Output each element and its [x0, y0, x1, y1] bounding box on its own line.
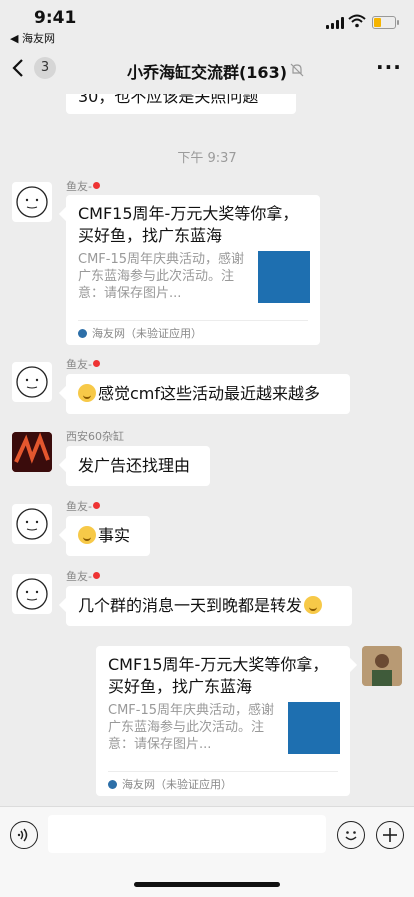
back-to-app-link[interactable]: ◀ 海友网: [10, 30, 55, 46]
link-card[interactable]: CMF15周年-万元大奖等你拿，买好鱼，找广东蓝海 CMF-15周年庆典活动，感…: [96, 646, 350, 796]
balloon-icon: [92, 360, 100, 367]
emoji-icon: [304, 596, 323, 614]
battery-icon: [372, 16, 399, 29]
card-title: CMF15周年-万元大奖等你拿，买好鱼，找广东蓝海: [78, 204, 299, 245]
sender-name: 鱼友-: [66, 178, 100, 194]
message-bubble[interactable]: 事实: [66, 516, 150, 556]
wifi-icon: [348, 14, 366, 28]
voice-button[interactable]: [10, 821, 38, 849]
avatar[interactable]: [12, 574, 52, 614]
sender-name: 鱼友-: [66, 498, 100, 514]
message-bubble[interactable]: 30，也不应该是关照问题: [66, 94, 296, 114]
more-button[interactable]: ···: [376, 57, 402, 77]
card-description: CMF-15周年庆典活动，感谢广东蓝海参与此次活动。注意：请保存图片...: [78, 252, 245, 301]
voice-icon: [17, 828, 28, 842]
divider: [78, 320, 308, 321]
sender-name: 西安60杂缸: [66, 430, 124, 443]
bell-muted-icon: [290, 63, 304, 77]
card-thumbnail: [258, 251, 310, 303]
card-thumbnail: [288, 702, 340, 754]
sender-name: 鱼友-: [66, 568, 100, 584]
avatar[interactable]: [12, 504, 52, 544]
avatar[interactable]: [12, 362, 52, 402]
avatar[interactable]: [12, 182, 52, 222]
message-list[interactable]: 30，也不应该是关照问题 下午 9:37 鱼友- CMF15周年-万元大奖等你拿…: [0, 94, 414, 806]
chat-header: 3 小乔海缸交流群(163) ···: [0, 46, 414, 94]
avatar[interactable]: [12, 432, 52, 472]
app-icon: [108, 780, 117, 789]
divider: [108, 771, 338, 772]
message-bubble[interactable]: 发广告还找理由: [66, 446, 210, 486]
balloon-icon: [92, 502, 100, 509]
message-text: 感觉cmf这些活动最近越来越多: [98, 384, 321, 403]
message-text: 30，也不应该是关照问题: [78, 94, 259, 106]
emoji-icon: [78, 384, 96, 402]
balloon-icon: [92, 572, 100, 579]
status-bar: 9:41 ◀ 海友网: [0, 0, 414, 46]
message-bubble[interactable]: 感觉cmf这些活动最近越来越多: [66, 374, 350, 414]
sender-name: 鱼友-: [66, 356, 100, 372]
card-source: 海友网（未验证应用）: [78, 325, 202, 341]
message-input[interactable]: [48, 815, 326, 853]
plus-button[interactable]: [376, 821, 404, 849]
home-indicator[interactable]: [134, 882, 280, 887]
card-description: CMF-15周年庆典活动，感谢广东蓝海参与此次活动。注意：请保存图片...: [108, 703, 275, 752]
link-card[interactable]: CMF15周年-万元大奖等你拿，买好鱼，找广东蓝海 CMF-15周年庆典活动，感…: [66, 195, 320, 345]
card-title: CMF15周年-万元大奖等你拿，买好鱼，找广东蓝海: [108, 655, 329, 696]
app-icon: [78, 329, 87, 338]
message-text: 几个群的消息一天到晚都是转发: [78, 596, 303, 615]
balloon-icon: [92, 182, 100, 189]
message-text: 发广告还找理由: [78, 456, 191, 475]
time-separator: 下午 9:37: [177, 151, 237, 166]
card-source: 海友网（未验证应用）: [108, 776, 232, 792]
status-time: 9:41: [34, 8, 77, 28]
chat-title: 小乔海缸交流群(163): [126, 63, 288, 82]
plus-icon: [383, 828, 397, 842]
message-text: 事实: [98, 526, 131, 545]
my-avatar[interactable]: [362, 646, 402, 686]
message-bubble[interactable]: 几个群的消息一天到晚都是转发: [66, 586, 352, 626]
cellular-signal-icon: [326, 17, 344, 29]
emoji-button[interactable]: [337, 821, 365, 849]
emoji-icon: [78, 526, 96, 544]
emoji-icon: [345, 831, 357, 841]
